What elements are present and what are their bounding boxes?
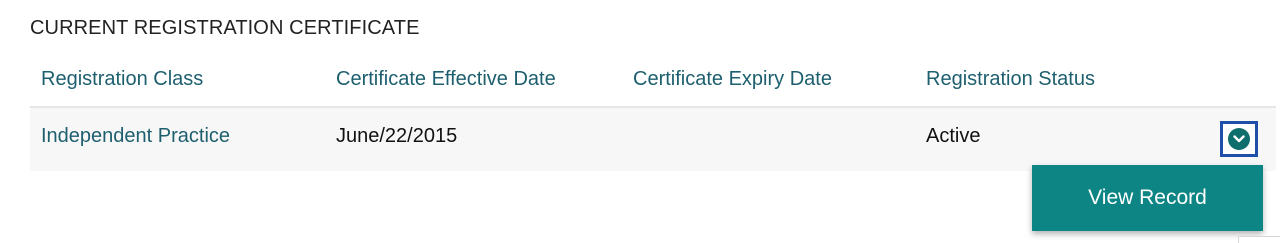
registration-certificate-panel: CURRENT REGISTRATION CERTIFICATE Registr…: [0, 0, 1280, 243]
column-header-effective-date: Certificate Effective Date: [336, 68, 556, 90]
table-header-row: Registration Class Certificate Effective…: [30, 56, 1276, 108]
chevron-down-icon: [1228, 128, 1250, 150]
row-actions-dropdown: View Record: [1032, 165, 1263, 231]
cell-registration-status: Active: [926, 125, 981, 147]
column-header-expiry-date: Certificate Expiry Date: [633, 68, 832, 90]
view-record-menu-item[interactable]: View Record: [1088, 186, 1207, 210]
table-row: Independent Practice June/22/2015 Active: [30, 108, 1276, 171]
cell-effective-date: June/22/2015: [336, 125, 458, 147]
row-actions-toggle-button[interactable]: [1220, 121, 1258, 157]
page-edge-corner: [1238, 236, 1280, 243]
column-header-registration-class: Registration Class: [41, 68, 204, 90]
section-title: CURRENT REGISTRATION CERTIFICATE: [30, 17, 420, 39]
column-header-registration-status: Registration Status: [926, 68, 1095, 90]
cell-registration-class[interactable]: Independent Practice: [41, 125, 230, 148]
